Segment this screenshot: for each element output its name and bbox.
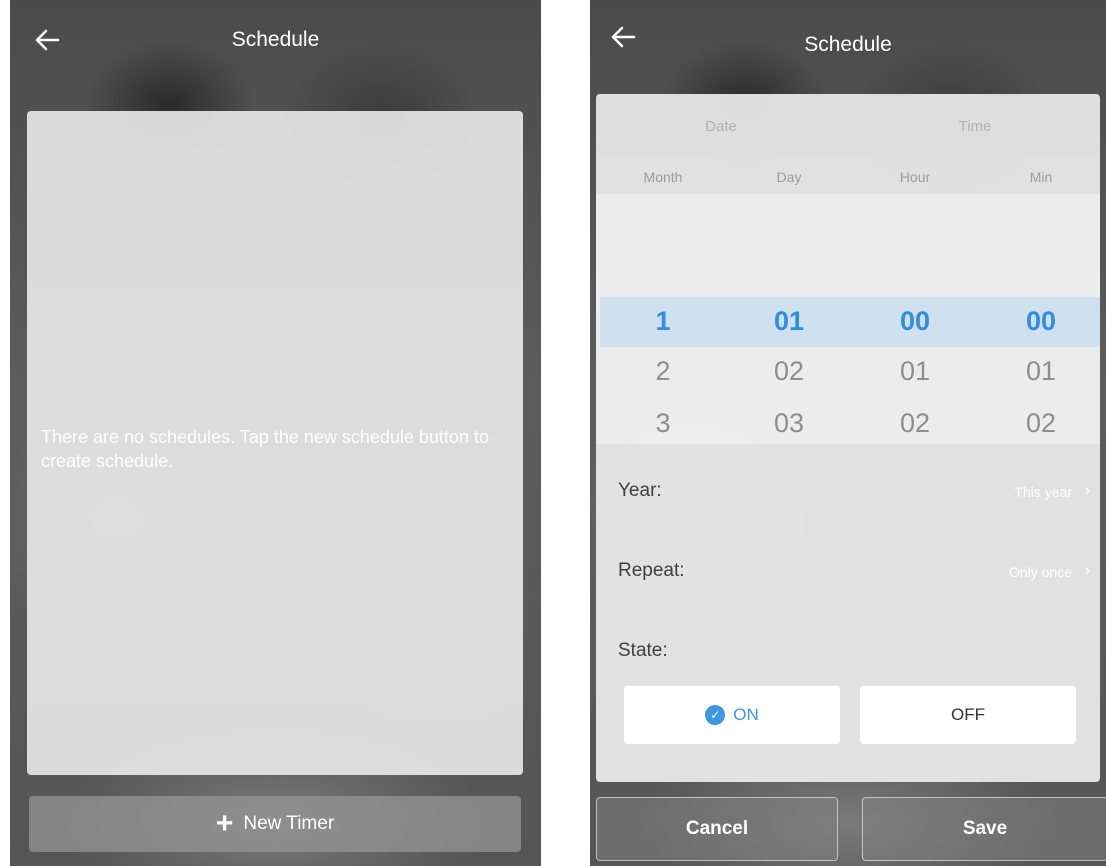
segment-date[interactable]: Date [596,118,846,135]
month-selected-value[interactable]: 1 [600,306,726,337]
min-selected-value[interactable]: 00 [978,306,1100,337]
date-time-segment: Date Time [596,94,1100,154]
min-option[interactable]: 01 [978,356,1100,387]
state-off-label: OFF [951,705,985,724]
schedule-empty-screen: Schedule There are no schedules. Tap the… [10,0,541,866]
chevron-right-icon: › [1084,482,1090,499]
new-timer-button[interactable]: + New Timer [29,796,521,852]
min-option[interactable]: 02 [978,408,1100,439]
chevron-right-icon: › [1084,562,1090,579]
column-month-header: Month [643,169,683,185]
top-bar: Schedule [590,0,1106,90]
empty-state-message: There are no schedules. Tap the new sche… [41,427,489,471]
month-option[interactable]: 3 [600,408,726,439]
check-circle-icon: ✓ [705,705,726,725]
schedule-edit-screen: Schedule Date Time Month Day Hour Min 1 … [590,0,1106,866]
schedule-list-card: There are no schedules. Tap the new sche… [27,111,523,775]
repeat-value: Only once [1008,564,1072,580]
column-day-header: Day [776,169,802,185]
schedule-editor-sheet: Date Time Month Day Hour Min 1 01 00 00 … [596,94,1100,782]
cancel-button[interactable]: Cancel [596,797,838,861]
state-on-label: ON [733,705,759,724]
state-label: State: [618,640,668,661]
column-min-header: Min [1029,169,1053,185]
page-title: Schedule [231,28,320,51]
hour-option[interactable]: 02 [852,408,978,439]
year-value: This year [1014,484,1072,500]
month-option[interactable]: 2 [600,356,726,387]
state-off-button[interactable]: OFF [860,686,1076,744]
year-label: Year: [618,480,662,501]
repeat-label: Repeat: [618,560,685,581]
save-button[interactable]: Save [862,797,1106,861]
plus-icon: + [215,807,234,840]
hour-selected-value[interactable]: 00 [852,306,978,337]
column-hour-header: Hour [899,169,931,185]
hour-option[interactable]: 01 [852,356,978,387]
state-on-button[interactable]: ✓ ON [624,686,840,744]
day-selected-value[interactable]: 01 [726,306,852,337]
day-option[interactable]: 02 [726,356,852,387]
segment-time[interactable]: Time [850,118,1100,135]
page-title: Schedule [804,33,892,56]
day-option[interactable]: 03 [726,408,852,439]
new-timer-label: New Timer [243,813,335,834]
top-bar: Schedule [10,0,541,90]
